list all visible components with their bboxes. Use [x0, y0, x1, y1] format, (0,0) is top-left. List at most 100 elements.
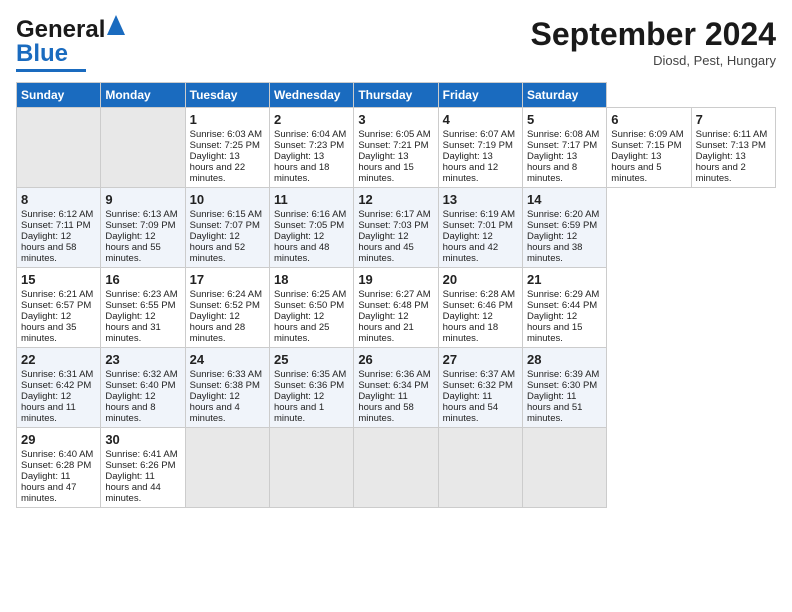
sunset-text: Sunset: 7:23 PM	[274, 140, 344, 151]
cell: 2Sunrise: 6:04 AMSunset: 7:23 PMDaylight…	[269, 108, 353, 188]
sunrise-text: Sunrise: 6:39 AM	[527, 369, 599, 380]
sunrise-text: Sunrise: 6:35 AM	[274, 369, 346, 380]
week-row-5: 29Sunrise: 6:40 AMSunset: 6:28 PMDayligh…	[17, 428, 776, 508]
col-header-friday: Friday	[438, 83, 522, 108]
header: General Blue September 2024 Diosd, Pest,…	[16, 16, 776, 72]
header-row: SundayMondayTuesdayWednesdayThursdayFrid…	[17, 83, 776, 108]
sunset-text: Sunset: 6:38 PM	[190, 380, 260, 391]
sunrise-text: Sunrise: 6:03 AM	[190, 129, 262, 140]
daylight-text: Daylight: 12 hours and 25 minutes.	[274, 311, 329, 344]
sunset-text: Sunset: 6:44 PM	[527, 300, 597, 311]
sunrise-text: Sunrise: 6:15 AM	[190, 209, 262, 220]
day-number: 20	[443, 272, 518, 287]
cell: 28Sunrise: 6:39 AMSunset: 6:30 PMDayligh…	[522, 348, 606, 428]
sunrise-text: Sunrise: 6:33 AM	[190, 369, 262, 380]
sunset-text: Sunset: 7:13 PM	[696, 140, 766, 151]
daylight-text: Daylight: 12 hours and 55 minutes.	[105, 231, 160, 264]
sunrise-text: Sunrise: 6:32 AM	[105, 369, 177, 380]
sunrise-text: Sunrise: 6:29 AM	[527, 289, 599, 300]
day-number: 22	[21, 352, 96, 367]
day-number: 2	[274, 112, 349, 127]
day-number: 7	[696, 112, 771, 127]
daylight-text: Daylight: 12 hours and 45 minutes.	[358, 231, 413, 264]
daylight-text: Daylight: 13 hours and 5 minutes.	[611, 151, 661, 184]
sunrise-text: Sunrise: 6:23 AM	[105, 289, 177, 300]
daylight-text: Daylight: 12 hours and 52 minutes.	[190, 231, 245, 264]
sunrise-text: Sunrise: 6:31 AM	[21, 369, 93, 380]
cell: 13Sunrise: 6:19 AMSunset: 7:01 PMDayligh…	[438, 188, 522, 268]
day-number: 25	[274, 352, 349, 367]
sunset-text: Sunset: 7:05 PM	[274, 220, 344, 231]
day-number: 21	[527, 272, 602, 287]
sunrise-text: Sunrise: 6:25 AM	[274, 289, 346, 300]
cell: 26Sunrise: 6:36 AMSunset: 6:34 PMDayligh…	[354, 348, 438, 428]
cell: 25Sunrise: 6:35 AMSunset: 6:36 PMDayligh…	[269, 348, 353, 428]
cell: 17Sunrise: 6:24 AMSunset: 6:52 PMDayligh…	[185, 268, 269, 348]
cell	[101, 108, 185, 188]
daylight-text: Daylight: 12 hours and 18 minutes.	[443, 311, 498, 344]
week-row-3: 15 Sunrise: 6:21 AMSunset: 6:57 PM Dayligh…	[17, 268, 776, 348]
logo-blue: Blue	[16, 40, 68, 68]
cell	[17, 108, 101, 188]
daylight-text: Daylight: 12 hours and 15 minutes.	[527, 311, 582, 344]
cell: 22Sunrise: 6:31 AMSunset: 6:42 PMDayligh…	[17, 348, 101, 428]
day-number: 10	[190, 192, 265, 207]
sunset-text: Sunset: 6:26 PM	[105, 460, 175, 471]
sunset-text: Sunset: 6:40 PM	[105, 380, 175, 391]
cell: 16Sunrise: 6:23 AMSunset: 6:55 PMDayligh…	[101, 268, 185, 348]
cell	[269, 428, 353, 508]
sunrise-text: Sunrise: 6:21 AM	[21, 289, 93, 300]
col-header-thursday: Thursday	[354, 83, 438, 108]
sunset-text: Sunset: 6:32 PM	[443, 380, 513, 391]
sunset-text: Sunset: 7:25 PM	[190, 140, 260, 151]
cell	[438, 428, 522, 508]
daylight-text: Daylight: 11 hours and 44 minutes.	[105, 471, 160, 504]
sunrise-text: Sunrise: 6:20 AM	[527, 209, 599, 220]
sunrise-text: Sunrise: 6:28 AM	[443, 289, 515, 300]
cell: 12Sunrise: 6:17 AMSunset: 7:03 PMDayligh…	[354, 188, 438, 268]
sunrise-text: Sunrise: 6:40 AM	[21, 449, 93, 460]
day-number: 15	[21, 272, 96, 287]
sunrise-text: Sunrise: 6:17 AM	[358, 209, 430, 220]
sunset-text: Sunset: 6:30 PM	[527, 380, 597, 391]
sunset-text: Sunset: 6:57 PM	[21, 300, 91, 311]
daylight-text: Daylight: 12 hours and 21 minutes.	[358, 311, 413, 344]
daylight-text: Daylight: 12 hours and 42 minutes.	[443, 231, 498, 264]
day-number: 17	[190, 272, 265, 287]
sunrise-text: Sunrise: 6:37 AM	[443, 369, 515, 380]
sunset-text: Sunset: 7:21 PM	[358, 140, 428, 151]
cell: 5Sunrise: 6:08 AMSunset: 7:17 PMDaylight…	[522, 108, 606, 188]
cell: 24Sunrise: 6:33 AMSunset: 6:38 PMDayligh…	[185, 348, 269, 428]
cell: 14Sunrise: 6:20 AMSunset: 6:59 PMDayligh…	[522, 188, 606, 268]
sunset-text: Sunset: 6:52 PM	[190, 300, 260, 311]
day-number: 8	[21, 192, 96, 207]
cell: 1 Sunrise: 6:03 AMSunset: 7:25 PMDaylight…	[185, 108, 269, 188]
sunrise-text: Sunrise: 6:04 AM	[274, 129, 346, 140]
daylight-text: Daylight: 13 hours and 22 minutes.	[190, 151, 245, 184]
cell	[522, 428, 606, 508]
sunset-text: Sunset: 7:11 PM	[21, 220, 91, 231]
sunset-text: Sunset: 7:01 PM	[443, 220, 513, 231]
daylight-text: Daylight: 11 hours and 47 minutes.	[21, 471, 76, 504]
day-number: 18	[274, 272, 349, 287]
daylight-text: Daylight: 11 hours and 58 minutes.	[358, 391, 413, 424]
sunrise-text: Sunrise: 6:16 AM	[274, 209, 346, 220]
col-header-monday: Monday	[101, 83, 185, 108]
sunrise-text: Sunrise: 6:27 AM	[358, 289, 430, 300]
day-number: 14	[527, 192, 602, 207]
daylight-text: Daylight: 11 hours and 51 minutes.	[527, 391, 582, 424]
daylight-text: Daylight: 12 hours and 38 minutes.	[527, 231, 582, 264]
cell: 11Sunrise: 6:16 AMSunset: 7:05 PMDayligh…	[269, 188, 353, 268]
sunrise-text: Sunrise: 6:09 AM	[611, 129, 683, 140]
cell: 21 Sunrise: 6:29 AMSunset: 6:44 PMDayligh…	[522, 268, 606, 348]
sunrise-text: Sunrise: 6:13 AM	[105, 209, 177, 220]
day-number: 1	[190, 112, 265, 127]
sunset-text: Sunset: 7:03 PM	[358, 220, 428, 231]
day-number: 24	[190, 352, 265, 367]
daylight-text: Daylight: 13 hours and 8 minutes.	[527, 151, 577, 184]
sunset-text: Sunset: 6:48 PM	[358, 300, 428, 311]
week-row-1: 1Sunrise: 6:03 AMSunset: 7:25 PMDaylight…	[17, 108, 776, 188]
cell: 3Sunrise: 6:05 AMSunset: 7:21 PMDaylight…	[354, 108, 438, 188]
daylight-text: Daylight: 12 hours and 48 minutes.	[274, 231, 329, 264]
day-number: 9	[105, 192, 180, 207]
